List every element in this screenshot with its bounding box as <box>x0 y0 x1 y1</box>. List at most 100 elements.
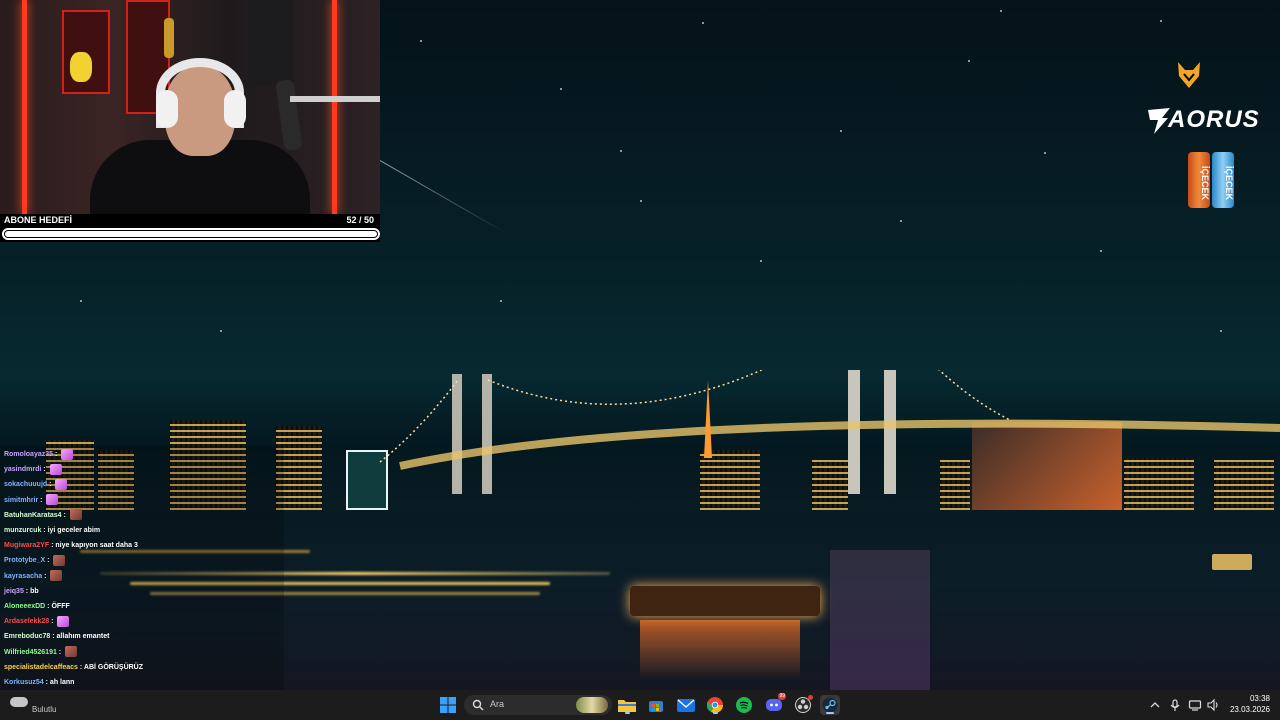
feather-emote-icon <box>57 615 70 627</box>
chat-message: jeiq35 : bb <box>4 584 39 599</box>
chat-text: ABİ GÖRÜŞÜRÜZ <box>83 663 144 671</box>
discord-button[interactable]: 99 <box>764 693 786 715</box>
fox-logo-icon <box>1178 62 1200 88</box>
chat-username[interactable]: Wilfried4526191 <box>4 649 57 656</box>
discord-notification-badge: 99 <box>778 693 786 700</box>
weather-label: Bulutlu <box>32 705 57 714</box>
chat-username[interactable]: Mugiwara2YF <box>4 542 49 549</box>
face-emote-icon <box>65 646 78 658</box>
acoustic-panel <box>248 0 294 86</box>
chat-text: ah lann <box>49 679 75 686</box>
chat-text: iyi geceler abim <box>47 527 101 534</box>
store-button[interactable] <box>646 695 666 715</box>
chat-message: munzurcuk : iyi geceler abim <box>4 523 100 538</box>
meteor-streak <box>379 160 511 236</box>
steam-button[interactable] <box>820 695 840 715</box>
obs-button[interactable] <box>793 695 813 715</box>
chrome-button[interactable] <box>705 695 725 715</box>
chat-message: AloneeexDD : ÖFFF <box>4 599 70 614</box>
taskbar: Bulutlu Ara 99 03:38 23.03.2026 <box>0 690 1280 720</box>
chat-username[interactable]: Korkusuz54 <box>4 679 44 686</box>
clock-time: 03:38 <box>1249 694 1270 703</box>
chat-message: Emreboduc78 : allahım emantet <box>4 629 109 644</box>
mic-arm <box>290 96 380 102</box>
chat-message: kayrasacha : <box>4 569 63 584</box>
chat-username[interactable]: simitmhrir <box>4 497 38 504</box>
chat-separator: : <box>45 557 52 565</box>
chat-username[interactable]: kayrasacha <box>4 573 42 580</box>
chat-separator: : <box>47 481 54 489</box>
cloud-icon <box>10 697 28 707</box>
chat-separator: : <box>38 496 45 504</box>
chat-username[interactable]: AloneeexDD <box>4 603 45 610</box>
chat-message: yasindmrdi : <box>4 462 62 477</box>
taskbar-search[interactable]: Ara <box>464 695 612 715</box>
chat-username[interactable]: Prototybe_X <box>4 557 45 564</box>
microphone <box>275 79 303 151</box>
chat-username[interactable]: specialistadelcaffeacs <box>4 664 78 671</box>
store-icon <box>649 701 663 712</box>
chat-message: Mugiwara2YF : niye kapıyon saat daha 3 <box>4 538 138 553</box>
chat-text: niye kapıyon saat daha 3 <box>55 542 138 550</box>
taskbar-clock[interactable]: 03:38 23.03.2026 <box>1230 694 1270 714</box>
chat-username[interactable]: munzurcuk <box>4 527 41 534</box>
chat-username[interactable]: Ardaselekk28 <box>4 618 49 625</box>
goal-progress-fill <box>5 231 377 237</box>
obs-recording-dot <box>808 695 813 700</box>
spotify-icon <box>736 697 752 713</box>
chat-message: specialistadelcaffeacs : ABİ GÖRÜŞÜRÜZ <box>4 660 143 675</box>
chat-separator: : <box>41 466 48 474</box>
volume-icon[interactable] <box>1206 698 1220 712</box>
pikachu-figure <box>70 52 92 82</box>
feather-emote-icon <box>55 479 68 491</box>
subscriber-goal-widget: ABONE HEDEFİ 52 / 50 <box>0 214 380 242</box>
spotify-button[interactable] <box>734 695 754 715</box>
webcam-overlay <box>0 0 380 214</box>
feather-emote-icon <box>46 494 59 506</box>
goal-title: ABONE HEDEFİ <box>4 215 73 225</box>
weather-widget[interactable]: Bulutlu <box>10 695 100 715</box>
feather-emote-icon <box>49 463 62 475</box>
microphone-icon[interactable] <box>1168 698 1182 712</box>
can-right-label: İÇECEK <box>1224 166 1234 201</box>
trophy <box>164 18 174 58</box>
chat-username[interactable]: Emreboduc78 <box>4 633 50 640</box>
face-emote-icon <box>69 509 82 521</box>
chat-message: simitmhrir : <box>4 493 59 508</box>
chat-separator: : <box>49 618 56 626</box>
can-left-label: İÇECEK <box>1200 166 1210 201</box>
aorus-logo: AORUS <box>1148 106 1274 136</box>
network-icon[interactable] <box>1188 698 1202 712</box>
chat-separator: : <box>56 648 64 656</box>
outlook-button[interactable] <box>676 695 696 715</box>
file-explorer-button[interactable] <box>617 695 637 715</box>
chat-username[interactable]: BatuhanKaratas4 <box>4 512 62 519</box>
chat-username[interactable]: yasindmrdi <box>4 466 41 473</box>
chrome-icon <box>707 697 723 713</box>
chat-message: Wilfried4526191 : <box>4 645 78 660</box>
goal-progress-track <box>2 228 380 240</box>
search-icon <box>472 699 484 711</box>
chat-text: allahım emantet <box>56 633 110 641</box>
aorus-wordmark: AORUS <box>1168 106 1260 133</box>
start-button[interactable] <box>438 695 458 715</box>
chevron-up-icon[interactable] <box>1148 698 1162 712</box>
chat-text: bb <box>30 587 39 595</box>
mail-icon <box>677 699 695 712</box>
clock-date: 23.03.2026 <box>1229 705 1270 714</box>
chat-message: Romoloayaz35 : <box>4 447 74 462</box>
goal-count: 52 / 50 <box>346 215 374 225</box>
search-placeholder: Ara <box>490 699 505 709</box>
feather-emote-icon <box>61 448 74 460</box>
chat-message: Ardaselekk28 : <box>4 614 70 629</box>
energy-drink-cans: İÇECEK İÇECEK <box>1188 152 1238 210</box>
chat-separator: : <box>53 451 60 458</box>
folder-icon <box>618 700 636 712</box>
chat-message: Prototybe_X : <box>4 553 66 568</box>
chat-message: sokachuuujd : <box>4 477 68 492</box>
chat-username[interactable]: sokachuuujd <box>4 481 47 488</box>
chat-username[interactable]: jeiq35 <box>4 588 24 595</box>
chat-username[interactable]: Romoloayaz35 <box>4 451 53 458</box>
chat-message: Korkusuz54 : ah lann <box>4 675 74 690</box>
face-emote-icon <box>53 555 66 567</box>
